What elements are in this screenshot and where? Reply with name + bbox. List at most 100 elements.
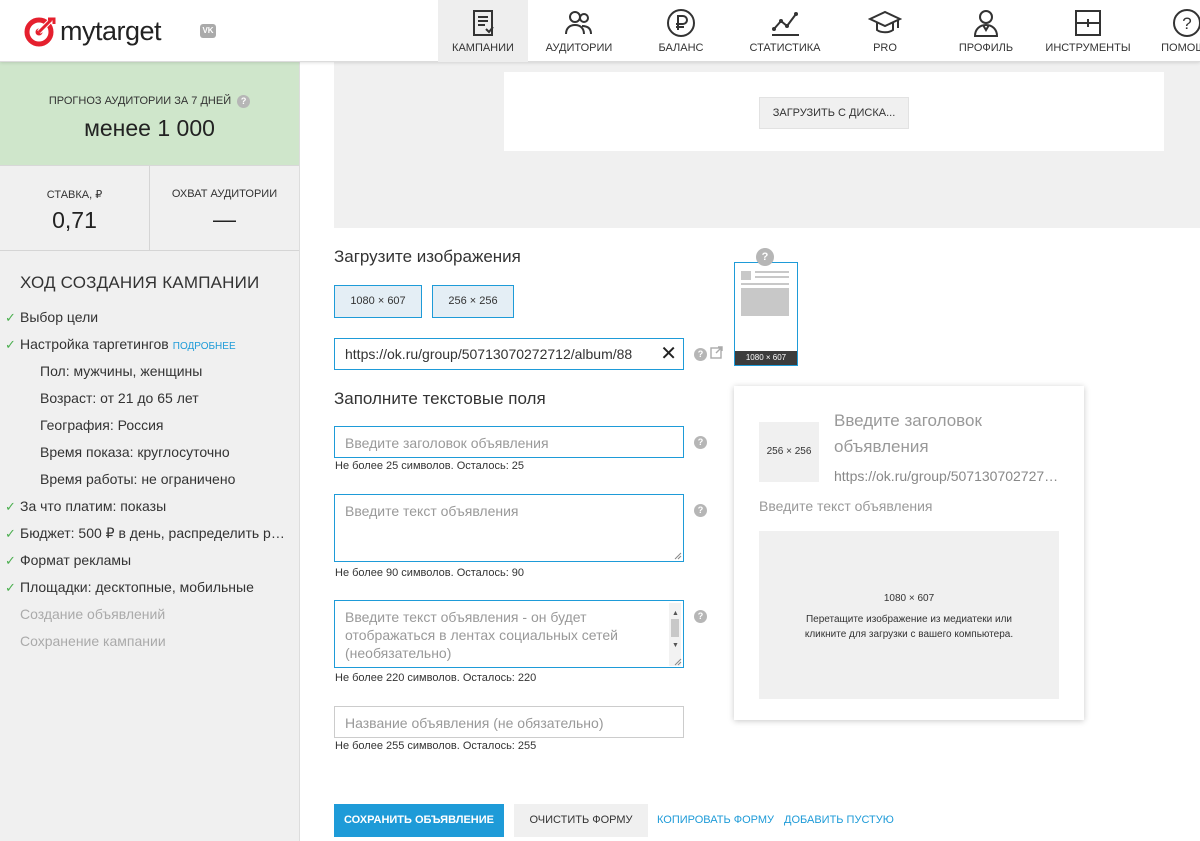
step-label: Настройка таргетингов <box>20 336 169 352</box>
upload-from-disk-button[interactable]: ЗАГРУЗИТЬ С ДИСКА... <box>759 97 909 129</box>
step-save-campaign: Сохранение кампании <box>0 628 292 655</box>
nav-balance[interactable]: БАЛАНС <box>630 0 732 62</box>
rate-stat: СТАВКА, ₽ 0,71 <box>0 166 149 250</box>
step-label: Пол: мужчины, женщины <box>40 363 203 379</box>
feed-text-input[interactable]: Введите текст объявления - он будет отоб… <box>334 600 684 668</box>
clear-form-button[interactable]: ОЧИСТИТЬ ФОРМУ <box>514 804 648 837</box>
step-format[interactable]: Формат рекламы <box>0 547 292 574</box>
nav-tools[interactable]: ИНСТРУМЕНТЫ <box>1040 0 1136 62</box>
nav-label: ПОМОЩЬ <box>1161 42 1200 54</box>
step-pricing[interactable]: За что платим: показы <box>0 493 292 520</box>
step-detail-schedule: Время показа: круглосуточно <box>0 439 292 466</box>
nav-label: ИНСТРУМЕНТЫ <box>1045 42 1131 54</box>
progress-steps: Выбор цели Настройка таргетингов ПОДРОБНЕ… <box>0 304 299 655</box>
step-targeting[interactable]: Настройка таргетингов ПОДРОБНЕЕ <box>0 331 292 358</box>
feed-text-help-icon[interactable]: ? <box>694 610 707 623</box>
step-label: География: Россия <box>40 417 164 433</box>
step-label: Бюджет: 500 ₽ в день, распределить равно… <box>20 525 292 541</box>
headline-input[interactable]: Введите заголовок объявления <box>334 426 684 458</box>
step-detail-runtime: Время работы: не ограничено <box>0 466 292 493</box>
stats-row: СТАВКА, ₽ 0,71 ОХВАТ АУДИТОРИИ — <box>0 166 299 251</box>
step-create-ads: Создание объявлений <box>0 601 292 628</box>
add-empty-link[interactable]: ДОБАВИТЬ ПУСТУЮ <box>784 814 894 826</box>
nav-label: ПРОФИЛЬ <box>958 42 1014 54</box>
preview-icon-placeholder[interactable]: 256 × 256 <box>759 422 819 482</box>
nav-statistics[interactable]: СТАТИСТИКА <box>732 0 838 62</box>
user-icon <box>973 10 999 37</box>
step-placements[interactable]: Площадки: десктопные, мобильные <box>0 574 292 601</box>
forecast-value: менее 1 000 <box>84 115 215 141</box>
step-detail-age: Возраст: от 21 до 65 лет <box>0 385 292 412</box>
text-fields-title: Заполните текстовые поля <box>334 389 546 408</box>
tools-box-icon <box>1075 10 1101 36</box>
size-1080x607-button[interactable]: 1080 × 607 <box>334 285 422 318</box>
ad-layout-icon <box>741 271 789 316</box>
thumbnail-help-icon[interactable]: ? <box>756 248 774 266</box>
mytarget-logo[interactable]: mytarget <box>24 14 162 48</box>
step-label: Время показа: круглосуточно <box>40 444 230 460</box>
reach-stat: ОХВАТ АУДИТОРИИ — <box>149 166 299 250</box>
campaign-sidebar: ПРОГНОЗ АУДИТОРИИ ЗА 7 ДНЕЙ ? менее 1 00… <box>0 62 300 841</box>
more-details-link[interactable]: ПОДРОБНЕЕ <box>173 341 236 352</box>
nav-profile[interactable]: ПРОФИЛЬ <box>932 0 1040 62</box>
logo-text: mytarget <box>60 15 162 46</box>
url-input-value[interactable]: https://ok.ru/group/50713070272712/album… <box>345 346 657 362</box>
resize-handle-icon[interactable] <box>674 552 682 560</box>
svg-text:?: ? <box>1182 14 1191 33</box>
step-label: Площадки: десктопные, мобильные <box>20 579 254 595</box>
line-chart-icon <box>772 12 799 36</box>
rate-value: 0,71 <box>52 207 97 233</box>
url-help-icon[interactable]: ? <box>694 348 707 361</box>
forecast-help-icon[interactable]: ? <box>237 94 251 108</box>
nav-label: АУДИТОРИИ <box>545 42 613 54</box>
nav-audiences[interactable]: АУДИТОРИИ <box>528 0 630 62</box>
ad-text-help-icon[interactable]: ? <box>694 504 707 517</box>
reach-label: ОХВАТ АУДИТОРИИ <box>171 188 278 200</box>
headline-help-icon[interactable]: ? <box>694 436 707 449</box>
reach-value: — <box>213 206 236 232</box>
external-link-icon[interactable] <box>710 346 723 359</box>
forecast-label: ПРОГНОЗ АУДИТОРИИ ЗА 7 ДНЕЙ <box>48 95 232 107</box>
ad-text-input[interactable]: Введите текст объявления <box>334 494 684 562</box>
upload-panel: ЗАГРУЗИТЬ С ДИСКА... <box>504 72 1164 151</box>
step-label: Время работы: не ограничено <box>40 471 236 487</box>
ad-name-input[interactable]: Название объявления (не обязательно) <box>334 706 684 738</box>
textarea-scrollbar[interactable]: ▲ ▼ <box>669 603 681 666</box>
step-label: За что платим: показы <box>20 498 167 514</box>
resize-handle-icon[interactable] <box>674 658 682 666</box>
rate-label: СТАВКА, ₽ <box>46 189 103 201</box>
graduation-cap-icon <box>868 10 902 34</box>
main-nav: КАМПАНИИ АУДИТОРИИ БАЛАНС СТАТИСТИКА PRO… <box>438 0 1200 62</box>
step-goal[interactable]: Выбор цели <box>0 304 292 331</box>
vk-badge-icon: VK <box>200 24 216 38</box>
preview-title: Введите заголовок объявления <box>834 411 982 456</box>
top-header: mytarget VK КАМПАНИИ АУДИТОРИИ БАЛАНС СТ… <box>0 0 1200 62</box>
media-upload-area: ЗАГРУЗИТЬ С ДИСКА... <box>334 62 1200 228</box>
step-label: Выбор цели <box>20 309 99 325</box>
preview-url: https://ok.ru/group/50713070272712/album… <box>834 468 1064 484</box>
audience-forecast: ПРОГНОЗ АУДИТОРИИ ЗА 7 ДНЕЙ ? менее 1 00… <box>0 62 299 166</box>
scroll-thumb[interactable] <box>671 619 679 637</box>
clear-url-icon[interactable]: ✕ <box>660 343 677 365</box>
preview-image-dropzone[interactable]: 1080 × 607 Перетащите изображение из мед… <box>759 531 1059 699</box>
audiences-icon <box>565 11 592 35</box>
save-ad-button[interactable]: СОХРАНИТЬ ОБЪЯВЛЕНИЕ <box>334 804 504 837</box>
nav-pro[interactable]: PRO <box>838 0 932 62</box>
progress-title: ХОД СОЗДАНИЯ КАМПАНИИ <box>20 273 260 292</box>
preview-image-size: 1080 × 607 <box>883 593 935 604</box>
scroll-down-icon[interactable]: ▼ <box>672 637 679 655</box>
nav-help[interactable]: ? ПОМОЩЬ <box>1136 0 1200 62</box>
format-thumbnail[interactable]: 1080 × 607 <box>734 262 798 366</box>
help-icon: ? <box>1173 9 1200 37</box>
headline-hint: Не более 25 символов. Осталось: 25 <box>335 460 525 472</box>
nav-label: PRO <box>873 42 897 54</box>
nav-campaigns[interactable]: КАМПАНИИ <box>438 0 528 62</box>
url-field[interactable]: https://ok.ru/group/50713070272712/album… <box>334 338 684 370</box>
ruble-coin-icon <box>667 9 695 37</box>
copy-form-link[interactable]: КОПИРОВАТЬ ФОРМУ <box>657 814 774 826</box>
feed-text-placeholder: Введите текст объявления - он будет отоб… <box>345 609 618 661</box>
size-256x256-button[interactable]: 256 × 256 <box>432 285 514 318</box>
ad-name-hint: Не более 255 символов. Осталось: 255 <box>335 740 537 752</box>
feed-text-hint: Не более 220 символов. Осталось: 220 <box>335 672 537 684</box>
step-budget[interactable]: Бюджет: 500 ₽ в день, распределить равно… <box>0 520 292 547</box>
